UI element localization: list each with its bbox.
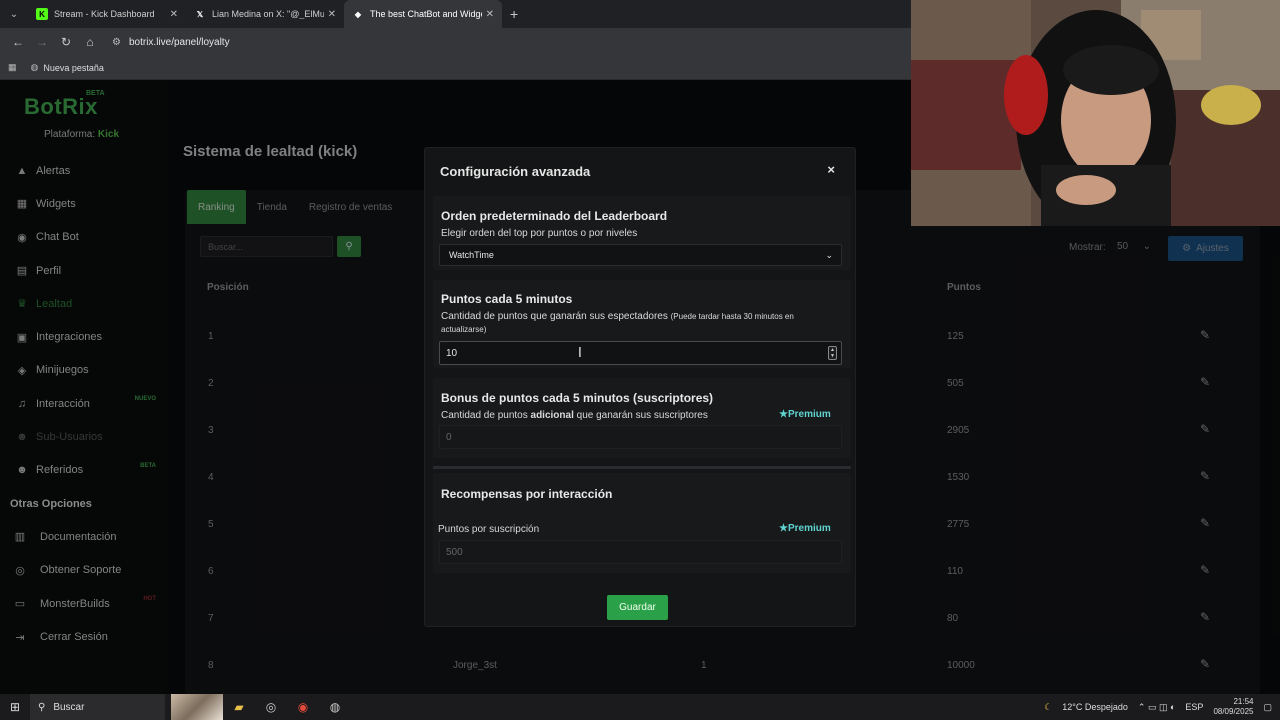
system-tray: ☾ 12°C Despejado ⌃ ▭ ◫ ◐ ESP 21:54 08/09…	[1044, 694, 1272, 720]
bonus-desc: Cantidad de puntos adicional que ganarán…	[441, 409, 708, 422]
number-spinner-icon[interactable]: ▲ ▼	[828, 346, 837, 360]
moon-icon: ☾	[1044, 701, 1053, 712]
bonus-input[interactable]: 0	[439, 425, 842, 449]
interaction-rewards-section: Recompensas por interacción Puntos por s…	[433, 473, 851, 573]
modal-title: Configuración avanzada	[440, 164, 591, 179]
webcam-overlay	[911, 0, 1280, 226]
premium-label: Premium	[787, 523, 831, 534]
url-field[interactable]: ⚙ botrix.live/panel/loyalty	[112, 37, 230, 48]
leaderboard-order-section: Orden predeterminado del Leaderboard Ele…	[433, 196, 851, 270]
reload-icon[interactable]: ↻	[54, 35, 78, 49]
divider	[433, 466, 851, 469]
tab-title: Lian Medina on X: "@_ElMune	[212, 9, 324, 19]
apps-grid-icon[interactable]: ▦	[8, 62, 17, 73]
rewards-sub-label: Puntos por suscripción	[438, 524, 540, 535]
site-settings-icon[interactable]: ⚙	[112, 37, 121, 48]
close-icon[interactable]: ×	[827, 162, 835, 177]
sub-reward-value: 500	[446, 546, 463, 558]
points-input[interactable]: 10 ▲ ▼	[439, 341, 842, 365]
star-icon: ★	[779, 523, 788, 534]
browser-tab-botrix[interactable]: ◆ The best ChatBot and Widgets ✕	[344, 0, 502, 28]
chrome-icon[interactable]: ◉	[287, 700, 319, 714]
taskbar-search-label: Buscar	[53, 701, 85, 713]
bonus-title: Bonus de puntos cada 5 minutos (suscript…	[441, 391, 714, 405]
premium-badge: ★Premium	[779, 523, 831, 534]
leaderboard-order-desc: Elegir orden del top por puntos o por ni…	[441, 228, 638, 239]
points-desc: Cantidad de puntos que ganarán sus espec…	[441, 310, 836, 336]
kick-favicon-icon: K	[36, 8, 48, 20]
premium-label: Premium	[787, 409, 831, 420]
bookmark-new-tab[interactable]: Nueva pestaña	[43, 63, 104, 73]
app-icon[interactable]: ◎	[255, 700, 287, 714]
search-highlight-image[interactable]	[171, 694, 223, 720]
points-title: Puntos cada 5 minutos	[441, 292, 573, 306]
file-explorer-icon[interactable]: ▰	[223, 700, 255, 714]
tab-title: The best ChatBot and Widgets	[370, 9, 482, 19]
leaderboard-order-select[interactable]: WatchTime ⌄	[439, 244, 842, 266]
bonus-desc-pre: Cantidad de puntos	[441, 410, 531, 421]
webcam-image	[911, 0, 1280, 226]
close-tab-icon[interactable]: ✕	[328, 9, 336, 20]
subscriber-bonus-section: Bonus de puntos cada 5 minutos (suscript…	[433, 378, 851, 458]
points-desc-text: Cantidad de puntos que ganarán sus espec…	[441, 311, 668, 322]
close-tab-icon[interactable]: ✕	[486, 9, 494, 20]
weather-text[interactable]: 12°C Despejado	[1062, 702, 1128, 712]
bonus-desc-post: que ganarán sus suscriptores	[573, 410, 708, 421]
bonus-desc-bold: adicional	[530, 410, 574, 421]
points-value: 10	[446, 347, 458, 359]
close-tab-icon[interactable]: ✕	[170, 9, 178, 20]
text-cursor-icon: I	[578, 346, 582, 361]
forward-icon[interactable]: →	[30, 35, 54, 49]
botrix-favicon-icon: ◆	[354, 9, 362, 19]
clock-time: 21:54	[1233, 697, 1254, 706]
bonus-value: 0	[446, 431, 452, 443]
screen: ⌄ K Stream - Kick Dashboard ✕ 𝕏 Lian Med…	[0, 0, 1280, 720]
clock-date: 08/09/2025	[1213, 707, 1254, 716]
home-icon[interactable]: ⌂	[78, 35, 102, 49]
save-button[interactable]: Guardar	[607, 595, 668, 620]
sub-reward-input[interactable]: 500	[439, 540, 842, 564]
globe-icon: ◍	[30, 62, 39, 72]
rewards-title: Recompensas por interacción	[441, 487, 613, 501]
new-tab-icon[interactable]: +	[510, 6, 518, 22]
browser-tab-x[interactable]: 𝕏 Lian Medina on X: "@_ElMune ✕	[186, 0, 344, 28]
x-favicon-icon: 𝕏	[196, 9, 204, 19]
browser-tab-kick[interactable]: K Stream - Kick Dashboard ✕	[28, 0, 186, 28]
leaderboard-order-value: WatchTime	[449, 250, 494, 260]
tray-icons[interactable]: ⌃ ▭ ◫ ◐	[1138, 702, 1176, 713]
tab-search-icon[interactable]: ⌄	[0, 0, 28, 28]
chevron-down-icon: ⌄	[825, 249, 833, 260]
taskbar: ⊞ ⚲ Buscar ▰ ◎ ◉ ◍ ☾ 12°C Despejado ⌃ ▭ …	[0, 694, 1280, 720]
advanced-settings-modal: Configuración avanzada × Orden predeterm…	[424, 147, 856, 627]
search-icon: ⚲	[38, 701, 46, 713]
url-text: botrix.live/panel/loyalty	[128, 36, 230, 48]
notifications-icon[interactable]: ▢	[1263, 702, 1272, 713]
clock[interactable]: 21:54 08/09/2025	[1213, 697, 1253, 717]
app-icon[interactable]: ◍	[319, 700, 351, 714]
tab-title: Stream - Kick Dashboard	[54, 9, 155, 19]
leaderboard-order-title: Orden predeterminado del Leaderboard	[441, 209, 668, 223]
windows-start-icon[interactable]: ⊞	[0, 700, 30, 714]
taskbar-search[interactable]: ⚲ Buscar	[30, 694, 165, 720]
back-icon[interactable]: ←	[6, 35, 30, 49]
points-per-5min-section: Puntos cada 5 minutos Cantidad de puntos…	[433, 280, 851, 368]
premium-badge: ★Premium	[779, 409, 831, 420]
star-icon: ★	[779, 409, 788, 420]
language-indicator[interactable]: ESP	[1185, 702, 1203, 712]
